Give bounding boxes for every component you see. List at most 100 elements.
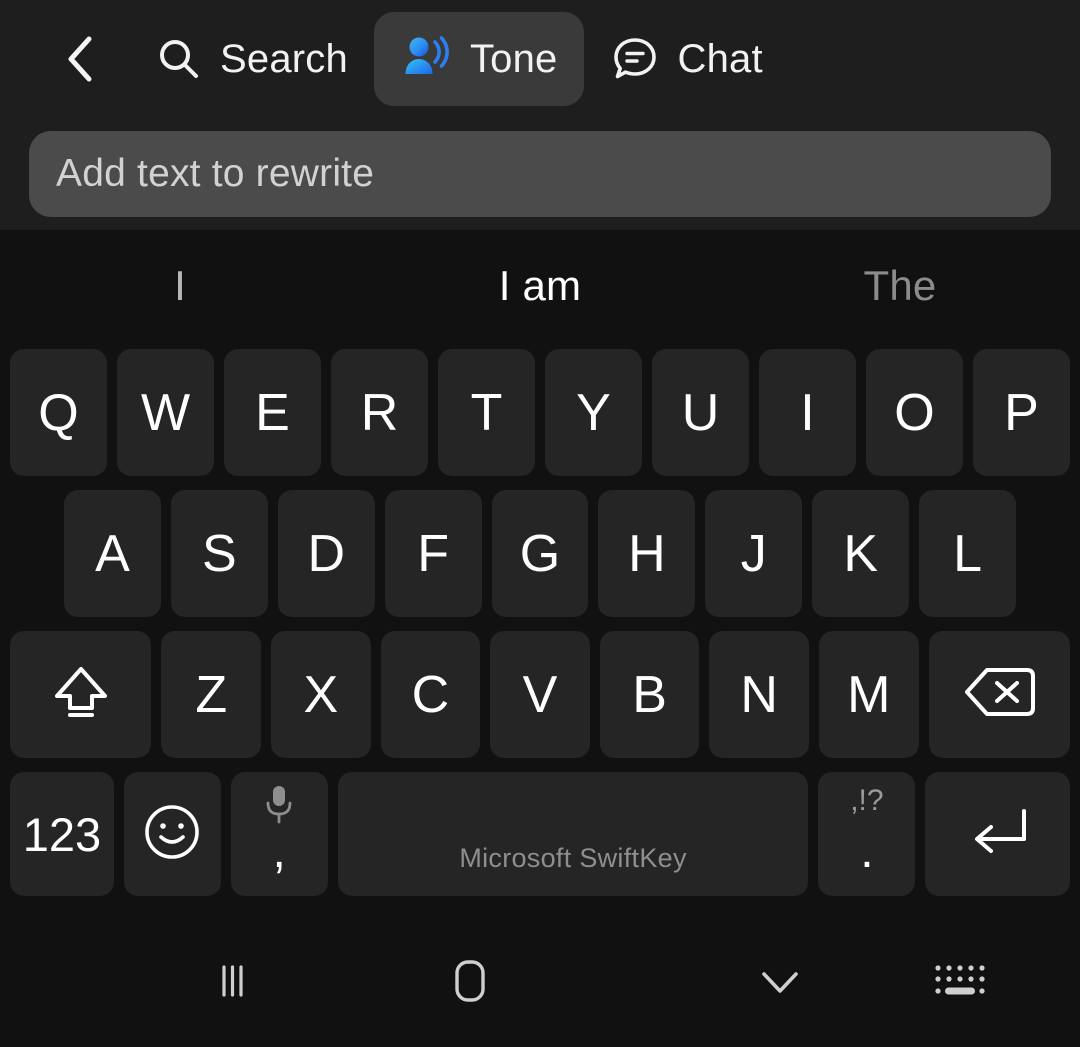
key-label: E	[255, 383, 290, 442]
tab-chat-label: Chat	[677, 36, 763, 81]
swiftkey-tone-screen: Search Tone Chat Add text to rewrite I I…	[0, 0, 1080, 1047]
key-label: L	[953, 524, 983, 583]
key-label: F	[417, 524, 449, 583]
backspace-key[interactable]	[928, 631, 1070, 758]
key-label: I	[800, 383, 815, 442]
key-c[interactable]: C	[380, 631, 481, 758]
key-o[interactable]: O	[866, 349, 963, 476]
switch-keyboard-button[interactable]	[880, 920, 1040, 1047]
key-q[interactable]: Q	[10, 349, 107, 476]
key-d[interactable]: D	[277, 490, 375, 617]
recents-button[interactable]	[100, 920, 370, 1047]
microphone-icon	[231, 782, 328, 828]
suggestion-bar: I I am The	[0, 230, 1080, 342]
key-p[interactable]: P	[973, 349, 1070, 476]
suggestion-item-3[interactable]: The	[720, 262, 1080, 310]
key-z[interactable]: Z	[161, 631, 262, 758]
key-label: C	[411, 665, 450, 724]
key-label: Q	[38, 383, 79, 442]
numeric-key-label: 123	[22, 807, 102, 861]
keyboard-row-1: Q W E R T Y U I O P	[0, 342, 1080, 483]
key-m[interactable]: M	[818, 631, 919, 758]
tone-person-waves-icon	[400, 33, 452, 85]
enter-return-icon	[960, 801, 1036, 868]
tab-search[interactable]: Search	[130, 12, 374, 106]
key-f[interactable]: F	[384, 490, 482, 617]
key-label: A	[95, 524, 130, 583]
tab-tone-label: Tone	[469, 36, 558, 81]
numeric-key[interactable]: 123	[10, 772, 114, 896]
tab-search-label: Search	[220, 36, 348, 81]
chevron-down-icon	[753, 961, 807, 1006]
key-label: N	[740, 665, 778, 724]
key-t[interactable]: T	[438, 349, 535, 476]
enter-key[interactable]	[925, 772, 1071, 896]
key-i[interactable]: I	[759, 349, 856, 476]
key-label: T	[470, 383, 503, 442]
key-k[interactable]: K	[812, 490, 910, 617]
key-label: R	[360, 383, 399, 442]
key-n[interactable]: N	[709, 631, 809, 758]
key-label: Y	[576, 383, 611, 442]
key-j[interactable]: J	[705, 490, 803, 617]
shift-key[interactable]	[10, 631, 152, 758]
key-label: U	[681, 383, 720, 442]
recents-bars-icon	[210, 956, 260, 1011]
period-key[interactable]: ,!? .	[818, 772, 916, 896]
key-label: O	[894, 383, 935, 442]
key-v[interactable]: V	[490, 631, 590, 758]
key-label: D	[307, 524, 345, 583]
key-a[interactable]: A	[64, 490, 161, 617]
key-w[interactable]: W	[117, 349, 214, 476]
key-label: K	[843, 524, 879, 583]
chevron-left-icon	[68, 36, 92, 82]
key-label: P	[1004, 383, 1039, 442]
keyboard-row-4: 123 , Microsoft SwiftKey ,!? .	[0, 765, 1080, 903]
suggestion-item-2[interactable]: I am	[360, 262, 720, 310]
space-key-label: Microsoft SwiftKey	[459, 843, 687, 873]
rewrite-input-area: Add text to rewrite	[0, 118, 1080, 230]
keyboard: I I am The Q W E R T Y U I O P A S D F G…	[0, 230, 1080, 920]
key-label: Z	[195, 665, 228, 724]
suggestion-item-1[interactable]: I	[0, 262, 360, 310]
hide-keyboard-button[interactable]	[680, 920, 880, 1047]
comma-key-label: ,	[272, 825, 286, 878]
back-button[interactable]	[42, 20, 120, 98]
key-e[interactable]: E	[224, 349, 321, 476]
top-toolbar: Search Tone Chat	[0, 0, 1080, 118]
tab-tone[interactable]: Tone	[373, 12, 584, 106]
key-r[interactable]: R	[331, 349, 428, 476]
keyboard-icon	[929, 959, 991, 1008]
key-x[interactable]: X	[271, 631, 371, 758]
key-label: B	[632, 665, 667, 724]
search-icon	[156, 36, 202, 82]
rewrite-input-placeholder: Add text to rewrite	[56, 152, 375, 195]
key-label: G	[519, 524, 561, 583]
smiley-face-icon	[141, 801, 203, 868]
space-key[interactable]: Microsoft SwiftKey	[337, 772, 809, 896]
home-square-icon	[444, 954, 496, 1013]
mode-tabs: Search Tone Chat	[130, 12, 789, 106]
tab-chat[interactable]: Chat	[584, 12, 789, 106]
key-label: S	[201, 524, 237, 583]
key-label: M	[847, 665, 891, 724]
key-label: J	[740, 524, 767, 583]
chat-bubble-icon	[610, 34, 660, 84]
keyboard-row-2: A S D F G H J K L	[0, 483, 1080, 624]
key-s[interactable]: S	[170, 490, 268, 617]
key-g[interactable]: G	[491, 490, 589, 617]
keyboard-row-3: Z X C V B N M	[0, 624, 1080, 765]
period-key-label: .	[860, 825, 874, 878]
comma-key[interactable]: ,	[230, 772, 328, 896]
emoji-key[interactable]	[123, 772, 221, 896]
key-l[interactable]: L	[919, 490, 1017, 617]
system-navigation-bar	[0, 920, 1080, 1047]
key-y[interactable]: Y	[545, 349, 642, 476]
key-label: H	[628, 524, 666, 583]
key-b[interactable]: B	[599, 631, 700, 758]
home-button[interactable]	[370, 920, 570, 1047]
rewrite-text-input[interactable]: Add text to rewrite	[29, 131, 1051, 217]
key-h[interactable]: H	[598, 490, 696, 617]
key-label: V	[522, 665, 558, 724]
key-u[interactable]: U	[652, 349, 749, 476]
